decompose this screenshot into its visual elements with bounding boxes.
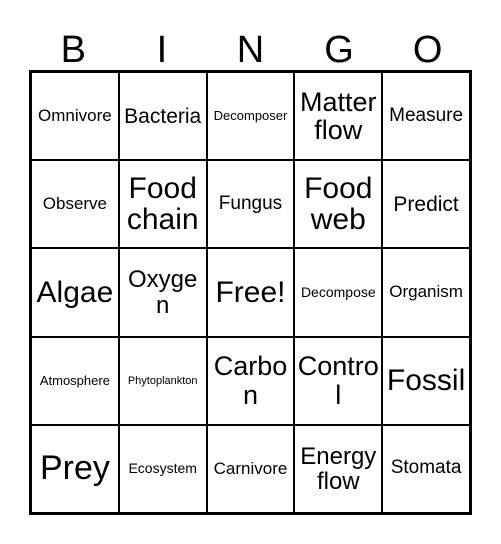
bingo-cell-label: Control (297, 351, 379, 410)
bingo-cell[interactable]: Food chain (119, 161, 208, 248)
bingo-cell-label: Food web (304, 171, 373, 237)
bingo-cell-label: Algae (36, 275, 114, 309)
bingo-cell[interactable]: Measure (383, 73, 469, 160)
bingo-cell-label: Prey (39, 449, 110, 488)
bingo-free-label: Free! (215, 275, 286, 309)
bingo-cell-label: Predict (393, 192, 459, 216)
bingo-row: Algae Oxygen Free! Decompose Organism (32, 249, 469, 338)
bingo-cell[interactable]: Algae (32, 249, 120, 336)
bingo-cell[interactable]: Carnivore (207, 425, 296, 513)
bingo-header-letter-o: O (412, 29, 443, 71)
bingo-cell-label: Fungus (218, 192, 283, 214)
bingo-cell-label: Oxygen (128, 266, 198, 319)
bingo-cell-label: Carnivore (213, 458, 288, 478)
bingo-cell[interactable]: Omnivore (32, 73, 120, 160)
bingo-cell[interactable]: Food web (295, 161, 384, 248)
bingo-cell[interactable]: Prey (32, 425, 120, 513)
bingo-cell-label: Decomposer (213, 107, 288, 123)
bingo-cell[interactable]: Phytoplankton (119, 337, 208, 424)
bingo-header-letter-n: N (236, 29, 265, 71)
bingo-cell-label: Atmosphere (39, 372, 110, 388)
bingo-cell[interactable]: Control (295, 337, 384, 424)
bingo-header-letter-b: B (60, 29, 86, 71)
bingo-header-letter-g: G (324, 29, 354, 71)
bingo-cell-label: Fossil (386, 363, 466, 397)
bingo-cell-label: Matter flow (300, 86, 377, 146)
bingo-cell-label: Stomata (390, 457, 462, 479)
bingo-grid: Omnivore Bacteria Decomposer Matter flow… (29, 70, 472, 515)
bingo-row: Atmosphere Phytoplankton Carbon Control … (32, 337, 469, 426)
bingo-cell-label: Phytoplankton (127, 374, 198, 387)
bingo-row: Observe Food chain Fungus Food web Predi… (32, 161, 469, 250)
bingo-cell-label: Bacteria (124, 104, 202, 128)
bingo-cell[interactable]: Fungus (207, 161, 296, 248)
bingo-cell[interactable]: Fossil (383, 337, 469, 424)
bingo-free-cell[interactable]: Free! (207, 249, 296, 336)
bingo-cell[interactable]: Energy flow (295, 425, 384, 513)
bingo-header-letter-i: I (156, 29, 168, 71)
bingo-cell[interactable]: Decomposer (207, 73, 296, 160)
bingo-cell-label: Observe (42, 193, 108, 213)
bingo-cell-label: Food chain (126, 171, 199, 237)
bingo-cell-label: Decompose (300, 283, 376, 300)
bingo-card: B I N G O Omnivore Bacteria Decomposer M… (0, 0, 501, 544)
bingo-cell[interactable]: Matter flow (295, 73, 384, 160)
bingo-row: Omnivore Bacteria Decomposer Matter flow… (32, 73, 469, 162)
bingo-cell[interactable]: Stomata (383, 425, 469, 513)
bingo-cell[interactable]: Organism (383, 249, 469, 336)
bingo-cell[interactable]: Ecosystem (119, 425, 208, 513)
bingo-cell[interactable]: Carbon (207, 337, 296, 424)
bingo-cell-label: Organism (389, 282, 463, 302)
bingo-cell[interactable]: Oxygen (119, 249, 208, 336)
bingo-cell[interactable]: Bacteria (119, 73, 208, 160)
bingo-cell-label: Carbon (213, 351, 288, 410)
bingo-row: Prey Ecosystem Carnivore Energy flow Sto… (32, 425, 469, 513)
bingo-cell[interactable]: Observe (32, 161, 120, 248)
bingo-cell[interactable]: Decompose (295, 249, 384, 336)
bingo-cell-label: Measure (389, 104, 464, 126)
bingo-cell-label: Ecosystem (128, 460, 197, 477)
bingo-cell[interactable]: Predict (383, 161, 469, 248)
bingo-cell[interactable]: Atmosphere (32, 337, 120, 424)
bingo-header-row: B I N G O (29, 18, 472, 70)
bingo-cell-label: Energy flow (300, 442, 377, 495)
bingo-cell-label: Omnivore (38, 105, 112, 125)
